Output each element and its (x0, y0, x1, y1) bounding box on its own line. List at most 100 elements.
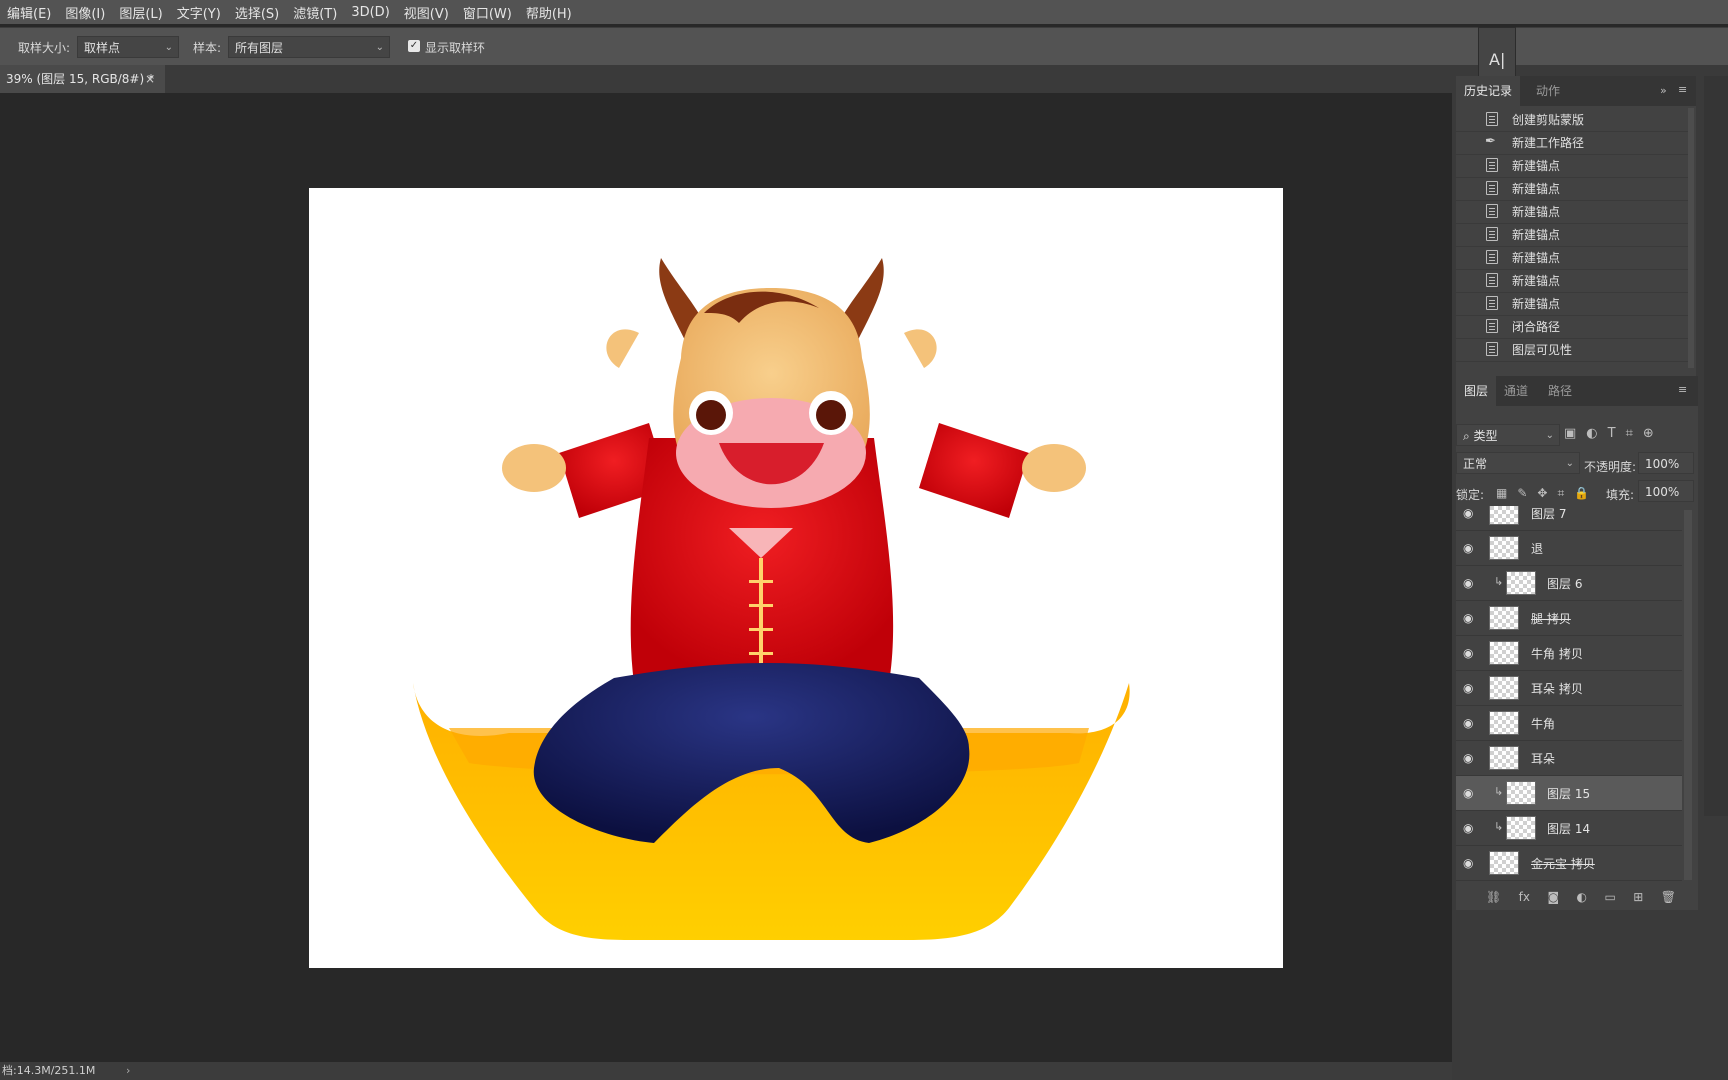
eye-icon[interactable]: ◉ (1463, 716, 1477, 730)
eye-icon[interactable]: ◉ (1463, 646, 1477, 660)
sample-dropdown[interactable]: 所有图层 ⌄ (228, 36, 390, 58)
options-bar: 取样大小: 取样点 ⌄ 样本: 所有图层 ⌄ ✓ 显示取样环 (0, 27, 1728, 66)
history-item[interactable]: 图层可见性 (1456, 338, 1688, 362)
layer-name: 牛角 (1531, 717, 1556, 731)
document-icon (1486, 319, 1498, 333)
history-panel: 历史记录 动作 » ≡ 创建剪贴蒙版 ✒ 新建工作路径 新建锚点 新建锚点 新建锚点 新建锚… (1456, 76, 1696, 376)
layer-row[interactable]: ◉ 牛角 拷贝 (1456, 636, 1682, 671)
close-icon[interactable]: × (145, 65, 155, 93)
chevron-down-icon: ⌄ (1565, 458, 1574, 469)
collapse-icon[interactable]: » (1660, 84, 1667, 97)
menu-item[interactable]: 窗口(W) (456, 3, 519, 22)
layer-row[interactable]: ◉ 牛角 (1456, 706, 1682, 741)
chevron-down-icon: ⌄ (164, 42, 173, 53)
history-scrollbar[interactable] (1688, 108, 1694, 368)
eye-icon[interactable]: ◉ (1463, 611, 1477, 625)
right-ear (904, 329, 937, 368)
eye-icon[interactable]: ◉ (1463, 506, 1477, 520)
sample-label: 样本: (193, 41, 222, 55)
history-item[interactable]: 新建锚点 (1456, 292, 1688, 316)
history-item[interactable]: 新建锚点 (1456, 269, 1688, 293)
status-bar: 档:14.3M/251.1M › (0, 1062, 1454, 1080)
layer-row[interactable]: ◉ 图层 7 (1456, 506, 1682, 531)
document-tab[interactable]: 39% (图层 15, RGB/8#) * × (0, 65, 165, 93)
adjustment-icon[interactable]: ◐ (1577, 890, 1587, 910)
eye-icon[interactable]: ◉ (1463, 821, 1477, 835)
history-item[interactable]: 新建锚点 (1456, 246, 1688, 270)
menu-item[interactable]: 帮助(H) (519, 3, 579, 22)
layer-filter-dropdown[interactable]: ⌕ 类型 ⌄ (1456, 424, 1560, 446)
lock-icons[interactable]: ▦✎✥⌗🔒 (1496, 486, 1599, 501)
opacity-field[interactable]: 100% (1638, 452, 1694, 474)
layer-row[interactable]: ◉ ↳ 图层 15 (1456, 776, 1682, 811)
link-icon[interactable]: ⛓ (1486, 890, 1501, 910)
history-item[interactable]: ✒ 新建工作路径 (1456, 131, 1688, 155)
tab-paths[interactable]: 路径 (1540, 376, 1580, 406)
layer-row[interactable]: ◉ 金元宝 拷贝 (1456, 846, 1682, 881)
menu-item[interactable]: 文字(Y) (170, 3, 228, 22)
pen-icon: ✒ (1485, 134, 1496, 149)
ox-illustration (413, 258, 1130, 940)
blend-mode-dropdown[interactable]: 正常 ⌄ (1456, 452, 1580, 474)
history-item[interactable]: 闭合路径 (1456, 315, 1688, 339)
eye-icon[interactable]: ◉ (1463, 856, 1477, 870)
type-tool-icon[interactable]: A| (1489, 50, 1505, 69)
history-item-label: 新建锚点 (1512, 251, 1561, 265)
menu-item[interactable]: 滤镜(T) (286, 3, 344, 22)
panel-menu-icon[interactable]: ≡ (1678, 383, 1687, 396)
history-item[interactable]: 新建锚点 (1456, 154, 1688, 178)
history-item[interactable]: 新建锚点 (1456, 223, 1688, 247)
layers-scrollbar[interactable] (1684, 510, 1692, 880)
layer-name: 腿 拷贝 (1531, 612, 1571, 626)
menu-item[interactable]: 图像(I) (58, 3, 112, 22)
layer-row[interactable]: ◉ 腿 拷贝 (1456, 601, 1682, 636)
history-item-label: 新建锚点 (1512, 228, 1561, 242)
layer-thumbnail (1489, 641, 1519, 665)
sample-size-dropdown[interactable]: 取样点 ⌄ (77, 36, 179, 58)
history-item[interactable]: 创建剪贴蒙版 (1456, 108, 1688, 132)
layer-list: ◉ 图层 7 ◉ 退 ◉ ↳ 图层 6 ◉ 腿 拷贝 ◉ 牛角 拷贝 ◉ 耳朵 拷贝 ◉ 牛角 ◉ 耳朵 ◉ ↳ 图层… (1456, 506, 1682, 886)
fill-value: 100% (1645, 485, 1680, 499)
eye-icon[interactable]: ◉ (1463, 751, 1477, 765)
history-item[interactable]: 新建锚点 (1456, 177, 1688, 201)
layers-panel: 图层 通道 路径 ≡ ⌕ 类型 ⌄ ▣◐T⌗⊕ 正常 ⌄ 不透明度: 100% … (1456, 376, 1698, 910)
new-layer-icon[interactable]: ⊞ (1633, 890, 1643, 910)
menu-item[interactable]: 图层(L) (112, 3, 169, 22)
tab-actions[interactable]: 动作 (1528, 76, 1568, 106)
document-canvas[interactable] (309, 188, 1283, 968)
layer-name: 耳朵 拷贝 (1531, 682, 1583, 696)
history-item-label: 新建锚点 (1512, 297, 1561, 311)
layer-row[interactable]: ◉ 退 (1456, 531, 1682, 566)
search-icon: ⌕ (1463, 429, 1474, 443)
layer-row[interactable]: ◉ 耳朵 (1456, 741, 1682, 776)
eye-icon[interactable]: ◉ (1463, 786, 1477, 800)
layer-row[interactable]: ◉ ↳ 图层 14 (1456, 811, 1682, 846)
eye-icon[interactable]: ◉ (1463, 541, 1477, 555)
fill-field[interactable]: 100% (1638, 480, 1694, 502)
filter-type-icons[interactable]: ▣◐T⌗⊕ (1564, 426, 1664, 441)
layer-name: 耳朵 (1531, 752, 1556, 766)
panel-menu-icon[interactable]: ≡ (1678, 83, 1687, 96)
trash-icon[interactable]: 🗑 (1661, 890, 1676, 910)
show-ring-checkbox[interactable]: ✓ (408, 40, 420, 52)
menu-item[interactable]: 选择(S) (228, 3, 286, 22)
layer-row[interactable]: ◉ 耳朵 拷贝 (1456, 671, 1682, 706)
layer-name: 图层 7 (1531, 507, 1567, 521)
tab-history[interactable]: 历史记录 (1456, 76, 1521, 106)
layer-thumbnail (1489, 711, 1519, 735)
right-sleeve (919, 423, 1029, 518)
folder-icon[interactable]: ▭ (1604, 890, 1615, 910)
eye-icon[interactable]: ◉ (1463, 576, 1477, 590)
tab-channels[interactable]: 通道 (1496, 376, 1536, 406)
tab-layers[interactable]: 图层 (1456, 376, 1497, 406)
menu-item[interactable]: 视图(V) (397, 3, 456, 22)
menu-item[interactable]: 编辑(E) (0, 3, 58, 22)
layer-row[interactable]: ◉ ↳ 图层 6 (1456, 566, 1682, 601)
mask-icon[interactable]: ◙ (1547, 890, 1559, 910)
layer-thumbnail (1506, 816, 1536, 840)
fx-icon[interactable]: fx (1519, 890, 1530, 910)
menu-item[interactable]: 3D(D) (344, 5, 396, 20)
chevron-right-icon[interactable]: › (126, 1062, 130, 1080)
eye-icon[interactable]: ◉ (1463, 681, 1477, 695)
history-item[interactable]: 新建锚点 (1456, 200, 1688, 224)
